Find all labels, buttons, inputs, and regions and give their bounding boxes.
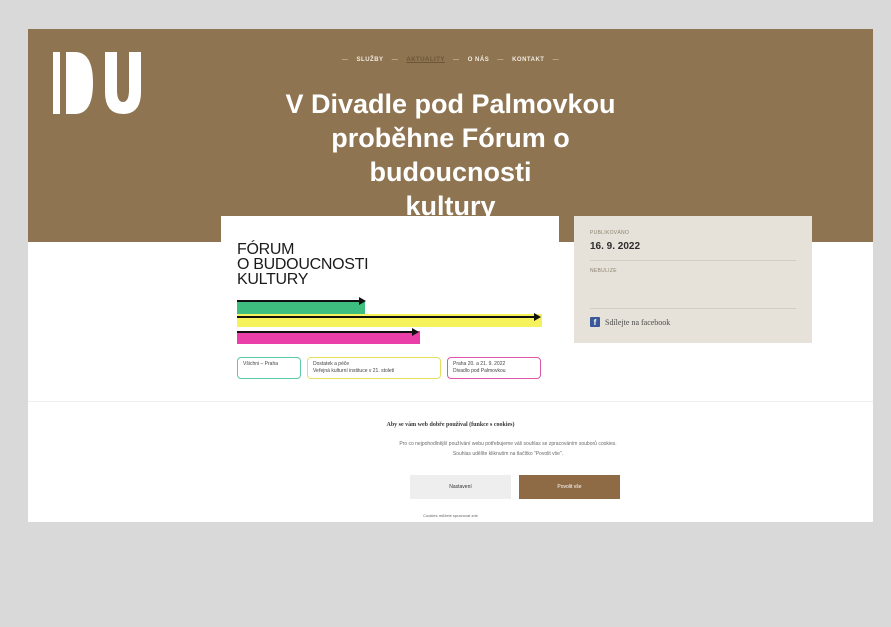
poster-tag-text: Divadlo pod Palmovkou <box>453 368 506 374</box>
page-title: V Divadle pod Palmovkou proběhne Fórum o… <box>248 87 653 223</box>
divider <box>590 308 796 309</box>
cookie-text: Pro co nejpohodlnější používání webu pot… <box>328 439 688 459</box>
browser-viewport: — SLUŽBY — AKTUALITY — O NÁS — KONTAKT —… <box>28 29 873 522</box>
cookie-title: Aby se vám web dobře používal (funkce s … <box>386 422 515 428</box>
cookie-accept-all-button[interactable]: Povolit vše <box>519 475 620 499</box>
divider <box>590 260 796 261</box>
share-facebook-link[interactable]: f Sdílejte na facebook <box>590 317 670 327</box>
poster-tag-text: Všichni – Praha <box>243 361 279 367</box>
tags-label: NEBULIZE <box>590 268 617 274</box>
cookie-settings-button[interactable]: Nastavení <box>410 475 511 499</box>
arrow-right-icon <box>534 313 541 321</box>
cookie-consent-banner: Aby se vám web dobře používal (funkce s … <box>28 401 873 522</box>
facebook-icon: f <box>590 317 600 327</box>
arrow-right-icon <box>359 297 366 305</box>
poster-title-line: FÓRUM <box>237 241 295 258</box>
poster-tag: Všichni – Praha <box>237 357 301 379</box>
share-facebook-label: Sdílejte na facebook <box>605 317 671 327</box>
nav-item-o-nas[interactable]: O NÁS <box>468 57 490 63</box>
page-title-line: V Divadle pod Palmovkou <box>285 89 616 119</box>
nav-separator: — <box>552 57 560 63</box>
published-date: 16. 9. 2022 <box>590 241 641 252</box>
nav-item-aktuality[interactable]: AKTUALITY <box>406 57 445 63</box>
poster-title-line: KULTURY <box>237 271 309 288</box>
nav-separator: — <box>391 57 399 63</box>
nav-separator: — <box>497 57 504 63</box>
poster-title: FÓRUM O BUDOUCNOSTI KULTURY <box>237 241 437 288</box>
poster-tag: Praha 20. a 21. 9. 2022 Divadlo pod Palm… <box>447 357 541 379</box>
cookie-footer-link[interactable]: Cookies můžete spravovat zde <box>28 513 873 518</box>
arrow-right-icon <box>412 328 419 336</box>
hero-banner: — SLUŽBY — AKTUALITY — O NÁS — KONTAKT —… <box>28 29 873 242</box>
nav-item-sluzby[interactable]: SLUŽBY <box>357 57 384 63</box>
poster-arrow-line <box>237 331 413 333</box>
main-navigation: — SLUŽBY — AKTUALITY — O NÁS — KONTAKT — <box>28 57 873 63</box>
nav-item-kontakt[interactable]: KONTAKT <box>512 57 544 63</box>
poster-tag-text: Veřejná kulturní instituce v 21. století <box>313 368 395 374</box>
poster-arrow-line <box>237 300 359 302</box>
nav-separator: — <box>453 57 460 63</box>
article-poster-image: FÓRUM O BUDOUCNOSTI KULTURY Všichni – Pr… <box>221 216 559 384</box>
article-meta-box: PUBLIKOVÁNO 16. 9. 2022 NEBULIZE f Sdíle… <box>574 216 812 343</box>
poster-title-line: O BUDOUCNOSTI <box>237 256 369 273</box>
page-title-line: proběhne Fórum o budoucnosti <box>331 123 570 187</box>
poster-tag-text: Dostatek a péče <box>313 361 350 367</box>
cookie-text-line: Souhlas udělíte kliknutím na tlačítko "P… <box>452 451 564 457</box>
published-label: PUBLIKOVÁNO <box>590 230 630 236</box>
poster-arrow-line <box>237 316 535 318</box>
poster-tag-text: Praha 20. a 21. 9. 2022 <box>453 361 506 367</box>
poster-bar-green <box>237 301 365 314</box>
cookie-text-line: Pro co nejpohodlnější používání webu pot… <box>399 441 617 447</box>
poster-tag: Dostatek a péče Veřejná kulturní institu… <box>307 357 441 379</box>
nav-separator: — <box>341 57 349 63</box>
